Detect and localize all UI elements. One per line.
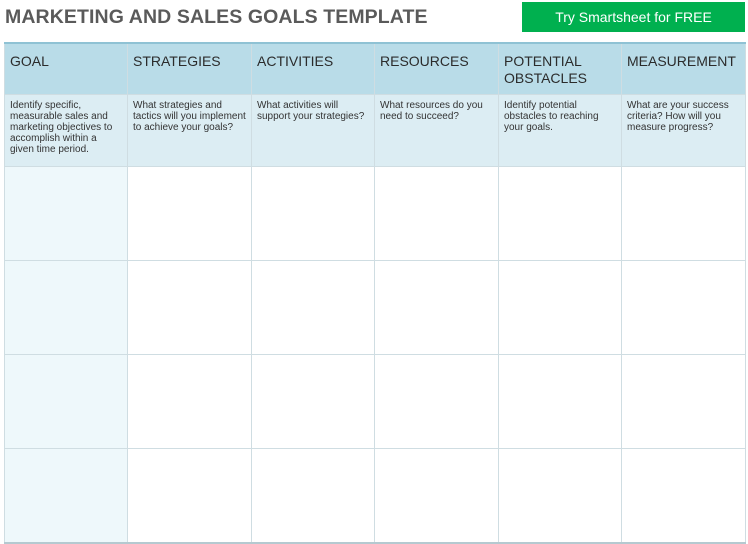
strategies-description: What strategies and tactics will you imp… <box>127 93 252 167</box>
activities-cell[interactable] <box>251 447 375 544</box>
activities-cell[interactable] <box>251 259 375 355</box>
goals-table: GOAL STRATEGIES ACTIVITIES RESOURCES POT… <box>4 42 746 544</box>
goal-cell[interactable] <box>4 447 128 544</box>
measurement-description: What are your success criteria? How will… <box>621 93 746 167</box>
potential-obstacles-cell[interactable] <box>498 165 622 261</box>
potential-obstacles-cell[interactable] <box>498 447 622 544</box>
goal-cell[interactable] <box>4 259 128 355</box>
header-row: GOAL STRATEGIES ACTIVITIES RESOURCES POT… <box>4 42 746 95</box>
activities-cell[interactable] <box>251 353 375 449</box>
measurement-cell[interactable] <box>621 165 746 261</box>
goal-cell[interactable] <box>4 165 128 261</box>
table-row <box>4 447 746 544</box>
column-header-measurement: MEASUREMENT <box>621 42 746 95</box>
table-row <box>4 259 746 355</box>
strategies-cell[interactable] <box>127 259 252 355</box>
potential-obstacles-cell[interactable] <box>498 353 622 449</box>
resources-cell[interactable] <box>374 259 499 355</box>
potential-obstacles-description: Identify potential obstacles to reaching… <box>498 93 622 167</box>
resources-cell[interactable] <box>374 165 499 261</box>
potential-obstacles-cell[interactable] <box>498 259 622 355</box>
column-header-resources: RESOURCES <box>374 42 499 95</box>
try-smartsheet-button[interactable]: Try Smartsheet for FREE <box>522 2 745 32</box>
description-row: Identify specific, measurable sales and … <box>4 93 746 167</box>
column-header-potential-obstacles: POTENTIAL OBSTACLES <box>498 42 622 95</box>
strategies-cell[interactable] <box>127 165 252 261</box>
column-header-goal: GOAL <box>4 42 128 95</box>
goal-description: Identify specific, measurable sales and … <box>4 93 128 167</box>
strategies-cell[interactable] <box>127 353 252 449</box>
column-header-activities: ACTIVITIES <box>251 42 375 95</box>
measurement-cell[interactable] <box>621 447 746 544</box>
strategies-cell[interactable] <box>127 447 252 544</box>
activities-cell[interactable] <box>251 165 375 261</box>
resources-description: What resources do you need to succeed? <box>374 93 499 167</box>
measurement-cell[interactable] <box>621 353 746 449</box>
measurement-cell[interactable] <box>621 259 746 355</box>
resources-cell[interactable] <box>374 447 499 544</box>
goal-cell[interactable] <box>4 353 128 449</box>
table-row <box>4 353 746 449</box>
column-header-strategies: STRATEGIES <box>127 42 252 95</box>
resources-cell[interactable] <box>374 353 499 449</box>
table-row <box>4 165 746 261</box>
page-title: MARKETING AND SALES GOALS TEMPLATE <box>5 6 428 28</box>
activities-description: What activities will support your strate… <box>251 93 375 167</box>
